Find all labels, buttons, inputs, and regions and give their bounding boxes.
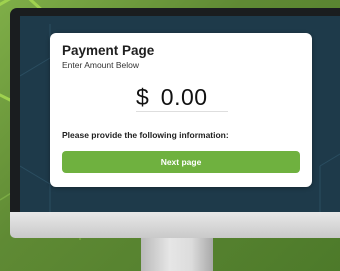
- amount-instruction: Enter Amount Below: [62, 60, 140, 70]
- monitor-chin: [10, 212, 340, 238]
- amount-value[interactable]: 0.00: [161, 84, 208, 111]
- payment-card: Payment Page Enter Amount Below $ 0.00 P…: [50, 33, 312, 187]
- page-title: Payment Page: [62, 43, 155, 58]
- monitor-stand: [141, 238, 213, 271]
- amount-input[interactable]: $ 0.00: [136, 83, 228, 112]
- info-label: Please provide the following information…: [62, 130, 229, 140]
- next-page-button[interactable]: Next page: [62, 151, 300, 173]
- currency-symbol: $: [136, 83, 149, 110]
